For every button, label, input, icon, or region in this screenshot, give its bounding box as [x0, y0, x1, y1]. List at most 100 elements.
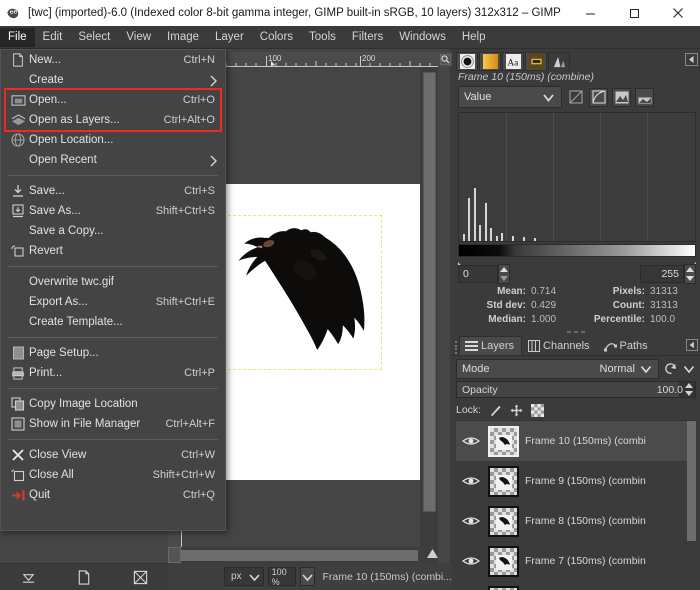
menu-windows[interactable]: Windows [391, 28, 454, 47]
tab-channels[interactable]: Channels [522, 336, 597, 355]
histogram-range-low-spinner[interactable] [498, 264, 510, 284]
layer-list[interactable]: Frame 10 (150ms) (combiFrame 9 (150ms) (… [456, 420, 696, 590]
menu-filters[interactable]: Filters [344, 28, 391, 47]
scroll-up-arrow-icon[interactable] [424, 545, 440, 561]
lock-position-icon[interactable] [510, 404, 523, 417]
close-button[interactable] [656, 0, 700, 26]
menu-view[interactable]: View [118, 28, 159, 47]
layer-row[interactable]: Frame 10 (150ms) (combi [456, 421, 696, 461]
file-menu-item-open-as-layers[interactable]: Open as Layers...Ctrl+Alt+O [1, 110, 225, 130]
layer-row[interactable]: Frame 8 (150ms) (combin [456, 501, 696, 541]
lock-alpha-icon[interactable] [531, 404, 544, 417]
file-menu-item-save-a-copy[interactable]: Save a Copy... [1, 221, 225, 241]
fonts-tab[interactable]: Aa [502, 52, 524, 71]
layer-visibility-eye-icon[interactable] [460, 433, 482, 449]
layer-visibility-eye-icon[interactable] [460, 473, 482, 489]
unit-selector[interactable]: px [224, 567, 264, 586]
file-menu-item-close-all[interactable]: Close AllShift+Ctrl+W [1, 465, 225, 485]
layer-list-scrollbar[interactable] [687, 421, 696, 541]
maximize-button[interactable] [612, 0, 656, 26]
brushes-tab[interactable] [525, 52, 547, 71]
file-menu-item-quit[interactable]: QuitCtrl+Q [1, 485, 225, 505]
logarithmic-histogram-button[interactable] [589, 88, 608, 107]
menu-separator [8, 337, 218, 338]
histogram-plot[interactable] [458, 112, 696, 242]
file-menu-item-open-location[interactable]: Open Location... [1, 130, 225, 150]
tab-layers[interactable]: Layers [459, 336, 522, 355]
menu-colors[interactable]: Colors [252, 28, 301, 47]
zoom-dropdown-button[interactable] [300, 567, 315, 586]
layer-visibility-eye-icon[interactable] [460, 553, 482, 569]
new-image-icon[interactable] [73, 567, 95, 587]
menu-edit[interactable]: Edit [35, 28, 71, 47]
layer-thumbnail[interactable] [488, 466, 519, 497]
scrollbar-thumb[interactable] [423, 72, 436, 512]
shrink-wrap-icon[interactable] [17, 567, 39, 587]
file-menu-item-create[interactable]: Create [1, 70, 225, 90]
menu-file[interactable]: File [0, 28, 35, 47]
layers-dock-grip[interactable] [452, 340, 459, 355]
tab-paths[interactable]: Paths [598, 336, 656, 355]
file-menu-item-print[interactable]: Print...Ctrl+P [1, 363, 225, 383]
file-menu-item-page-setup[interactable]: Page Setup... [1, 343, 225, 363]
layer-thumbnail[interactable] [488, 506, 519, 537]
file-menu-item-open[interactable]: Open...Ctrl+O [1, 90, 225, 110]
histogram-range-low-input[interactable]: 0 [458, 265, 498, 283]
switch-to-default-values-icon[interactable] [664, 361, 679, 376]
file-menu-popup[interactable]: New...Ctrl+NCreateOpen...Ctrl+OOpen as L… [0, 49, 226, 531]
layer-row[interactable]: Frame 7 (150ms) (combin [456, 541, 696, 581]
histogram-range-handles[interactable] [458, 257, 696, 265]
histogram-full-button[interactable] [635, 88, 654, 107]
histogram-range-high-spinner[interactable] [684, 264, 696, 284]
menu-image[interactable]: Image [159, 28, 207, 47]
quick-mask-icon[interactable] [129, 567, 151, 587]
layer-thumbnail[interactable] [488, 426, 519, 457]
histogram-stat: Percentile:100.0 [577, 313, 696, 327]
file-menu-item-save-as[interactable]: Save As...Shift+Ctrl+S [1, 201, 225, 221]
tool-options-tab[interactable] [456, 52, 478, 71]
layer-opacity-slider[interactable]: Opacity 100.0 [456, 381, 696, 398]
stat-value: 31313 [650, 299, 696, 313]
file-menu-item-new[interactable]: New...Ctrl+N [1, 50, 225, 70]
dock-configure-menu-icon[interactable] [684, 52, 698, 66]
layer-visibility-eye-icon[interactable] [460, 513, 482, 529]
file-menu-item-show-in-file-manager[interactable]: Show in File ManagerCtrl+Alt+F [1, 414, 225, 434]
file-menu-item-copy-image-location[interactable]: Copy Image Location [1, 394, 225, 414]
lock-pixels-icon[interactable] [489, 404, 502, 417]
file-menu-item-overwrite-twc-gif[interactable]: Overwrite twc.gif [1, 272, 225, 292]
menu-layer[interactable]: Layer [207, 28, 252, 47]
file-menu-item-open-recent[interactable]: Open Recent [1, 150, 225, 170]
histogram-tab[interactable] [548, 52, 570, 71]
file-menu-item-close-view[interactable]: Close ViewCtrl+W [1, 445, 225, 465]
file-menu-item-create-template[interactable]: Create Template... [1, 312, 225, 332]
menu-help[interactable]: Help [454, 28, 494, 47]
zoom-value[interactable]: 100 % [268, 567, 297, 586]
file-menu-item-export-as[interactable]: Export As...Shift+Ctrl+E [1, 292, 225, 312]
gradients-tab[interactable] [479, 52, 501, 71]
file-menu-item-save[interactable]: Save...Ctrl+S [1, 181, 225, 201]
layers-dock-menu-icon[interactable] [684, 337, 700, 353]
histogram-range-high-input[interactable]: 255 [640, 265, 684, 283]
dock-separator-grip[interactable] [452, 328, 700, 335]
scrollbar-thumb[interactable] [180, 550, 418, 561]
layer-row[interactable]: Frame 9 (150ms) (combin [456, 461, 696, 501]
layer-mode-select[interactable]: Mode Normal [456, 359, 659, 379]
layer-thumbnail[interactable] [488, 546, 519, 577]
chevron-down-icon[interactable] [682, 364, 696, 374]
opacity-spinner[interactable] [685, 383, 693, 396]
menu-select[interactable]: Select [70, 28, 118, 47]
canvas-horizontal-scrollbar[interactable] [168, 547, 438, 563]
layer-thumbnail[interactable] [488, 586, 519, 590]
menu-tools[interactable]: Tools [301, 28, 344, 47]
linear-histogram-button[interactable] [566, 88, 585, 107]
histogram-fit-button[interactable] [612, 88, 631, 107]
ruler-unit-button[interactable] [438, 52, 452, 67]
histogram-channel-select[interactable]: Value [458, 86, 562, 108]
layer-row[interactable]: Frame 6 (150ms) (combin [456, 581, 696, 590]
minimize-button[interactable] [568, 0, 612, 26]
navigation-preview-button[interactable] [168, 547, 181, 563]
file-menu-item-revert[interactable]: Revert [1, 241, 225, 261]
menu-item-accelerator: Ctrl+Alt+O [164, 114, 225, 126]
canvas-vertical-scrollbar[interactable] [420, 67, 438, 547]
horizontal-ruler[interactable]: 100 200 [222, 52, 438, 67]
